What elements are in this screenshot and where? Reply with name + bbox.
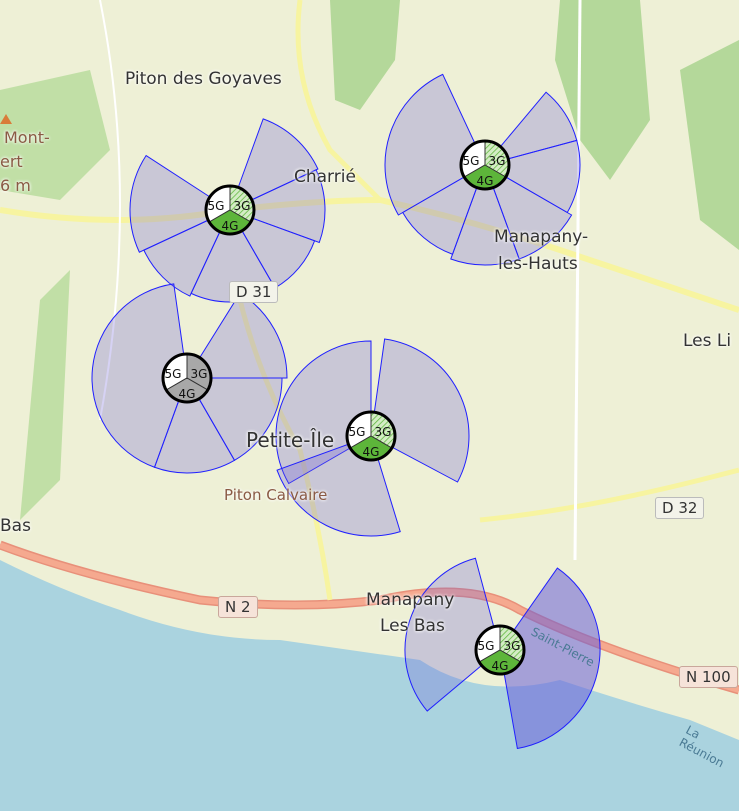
tech-label: 3G <box>489 154 506 168</box>
place-label: Manapany- <box>494 227 589 247</box>
site-marker-5[interactable]: 5G 3G 4G <box>474 624 526 676</box>
place-label: Charrié <box>294 167 356 187</box>
tech-label: 3G <box>375 425 392 439</box>
peak-label: Piton Calvaire <box>224 486 328 504</box>
tech-label: 4G <box>492 659 509 673</box>
coverage-overlay: 5G 3G 4G 5G 3G 4G 5G 3G 4G 5G 3G 4G 5G 3G 4G <box>91 73 601 750</box>
road-shield: D 31 <box>229 281 279 303</box>
road-shield: N 100 <box>679 666 738 688</box>
tech-label: 3G <box>234 199 251 213</box>
tech-label: 4G <box>222 219 239 233</box>
road-shield: N 2 <box>218 596 258 618</box>
peak-label: ert <box>0 152 23 171</box>
tech-label: 5G <box>208 199 225 213</box>
place-label: Piton des Goyaves <box>125 69 282 89</box>
site-marker-1[interactable]: 5G 3G 4G <box>204 184 256 236</box>
site-marker-4[interactable]: 5G 3G 4G <box>345 410 397 462</box>
tech-label: 4G <box>363 445 380 459</box>
tech-label: 4G <box>179 387 196 401</box>
tech-label: 3G <box>191 367 208 381</box>
place-label: Bas <box>0 516 31 536</box>
peak-label: 6 m <box>0 176 31 195</box>
road-shield: D 32 <box>655 497 705 519</box>
map-canvas[interactable]: 5G 3G 4G 5G 3G 4G 5G 3G 4G 5G 3G 4G 5G 3G 4G Piton des… <box>0 0 739 811</box>
place-label: les-Hauts <box>498 254 578 274</box>
place-label: Petite-Île <box>246 428 335 452</box>
place-label: Les Li <box>683 331 732 351</box>
tech-label: 4G <box>477 174 494 188</box>
tech-label: 3G <box>504 639 521 653</box>
tech-label: 5G <box>478 639 495 653</box>
peak-label: Mont- <box>4 128 50 147</box>
tech-label: 5G <box>463 154 480 168</box>
place-label: Manapany <box>366 590 455 610</box>
site-marker-2[interactable]: 5G 3G 4G <box>459 139 511 191</box>
place-label: Les Bas <box>380 616 445 636</box>
site-marker-3[interactable]: 5G 3G 4G <box>161 352 213 404</box>
peak-icon <box>0 114 12 124</box>
coverage-sector[interactable] <box>370 338 470 483</box>
tech-label: 5G <box>349 425 366 439</box>
tech-label: 5G <box>165 367 182 381</box>
